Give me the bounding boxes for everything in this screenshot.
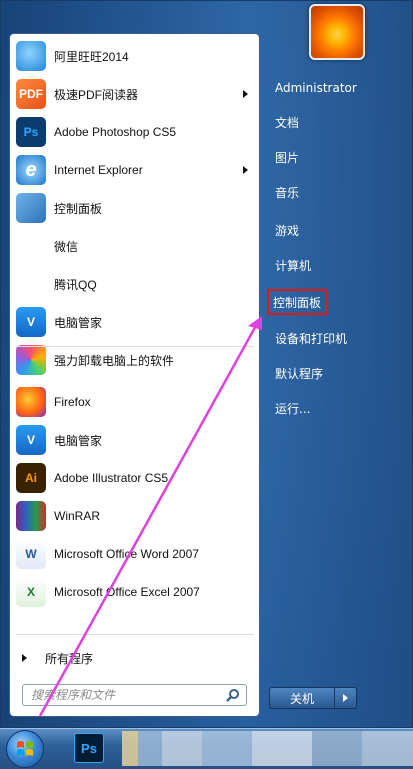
aliwangwang-icon	[16, 41, 46, 71]
separator	[16, 346, 254, 347]
program-item[interactable]: V 电脑管家	[14, 305, 254, 339]
right-item-run[interactable]: 运行...	[267, 395, 405, 421]
photoshop-icon: Ps	[16, 117, 46, 147]
taskbar-blurred-area	[122, 731, 413, 766]
right-item-documents[interactable]: 文档	[267, 109, 405, 135]
pc-manager-icon: V	[16, 425, 46, 455]
computer-label: 计算机	[275, 258, 312, 273]
program-label: Adobe Illustrator CS5	[54, 471, 169, 485]
program-item[interactable]: e Internet Explorer	[14, 153, 254, 187]
firefox-icon	[16, 387, 46, 417]
program-label: 极速PDF阅读器	[54, 87, 139, 102]
program-label: 控制面板	[54, 201, 103, 216]
program-item[interactable]: 强力卸载电脑上的软件	[14, 343, 254, 377]
program-item[interactable]: 控制面板	[14, 191, 254, 225]
program-label: 阿里旺旺2014	[54, 49, 129, 64]
pc-manager-icon: V	[16, 307, 46, 337]
search-input[interactable]	[23, 687, 224, 703]
documents-label: 文档	[275, 115, 300, 130]
pictures-label: 图片	[275, 150, 300, 165]
program-item[interactable]: V 电脑管家	[14, 423, 254, 457]
arrow-right-icon	[22, 654, 27, 662]
programs-panel: 阿里旺旺2014 PDF 极速PDF阅读器 Ps Adobe Photoshop CS5…	[9, 33, 260, 717]
ps-text: Ps	[81, 740, 97, 756]
right-item-pictures[interactable]: 图片	[267, 144, 405, 170]
control-panel-label: 控制面板	[273, 295, 322, 310]
wechat-icon	[16, 231, 46, 261]
pdf-reader-icon: PDF	[16, 79, 46, 109]
ie-icon: e	[16, 155, 46, 185]
right-item-default-programs[interactable]: 默认程序	[267, 360, 405, 386]
excel-icon: X	[16, 577, 46, 607]
right-item-control-panel[interactable]: 控制面板	[267, 289, 327, 315]
program-label: WinRAR	[54, 509, 101, 523]
submenu-arrow-icon[interactable]	[243, 166, 248, 174]
qq-icon	[16, 269, 46, 299]
all-programs-button[interactable]: 所有程序	[10, 644, 259, 672]
right-item-computer[interactable]: 计算机	[267, 252, 405, 278]
start-menu: 阿里旺旺2014 PDF 极速PDF阅读器 Ps Adobe Photoshop CS5…	[0, 0, 413, 728]
run-label: 运行...	[275, 401, 311, 416]
devices-printers-label: 设备和打印机	[275, 331, 348, 346]
separator	[16, 634, 254, 635]
all-programs-label: 所有程序	[45, 651, 94, 666]
user-name: Administrator	[275, 81, 357, 95]
taskbar-photoshop-icon[interactable]: Ps	[74, 733, 104, 763]
program-label: Microsoft Office Word 2007	[54, 547, 199, 561]
games-label: 游戏	[275, 223, 300, 238]
program-label: Internet Explorer	[54, 163, 143, 177]
program-item[interactable]: Ai Adobe Illustrator CS5	[14, 461, 254, 495]
program-item[interactable]: 腾讯QQ	[14, 267, 254, 301]
program-label: Microsoft Office Excel 2007	[54, 585, 200, 599]
program-item[interactable]: WinRAR	[14, 499, 254, 533]
search-box[interactable]	[22, 684, 247, 706]
program-label: 电脑管家	[54, 433, 103, 448]
default-programs-label: 默认程序	[275, 366, 324, 381]
shutdown-label: 关机	[289, 691, 314, 706]
program-item[interactable]: Firefox	[14, 385, 254, 419]
user-avatar[interactable]	[309, 4, 365, 60]
arrow-right-icon	[343, 694, 348, 702]
control-panel-icon	[16, 193, 46, 223]
shutdown-options-button[interactable]	[335, 687, 357, 709]
uninstaller-icon	[16, 345, 46, 375]
program-item[interactable]: PDF 极速PDF阅读器	[14, 77, 254, 111]
illustrator-icon: Ai	[16, 463, 46, 493]
shutdown-button[interactable]: 关机	[269, 687, 335, 709]
winrar-icon	[16, 501, 46, 531]
program-label: Firefox	[54, 395, 91, 409]
word-icon: W	[16, 539, 46, 569]
program-item[interactable]: Ps Adobe Photoshop CS5	[14, 115, 254, 149]
start-orb-icon[interactable]	[6, 730, 44, 768]
submenu-arrow-icon[interactable]	[243, 90, 248, 98]
right-item-user[interactable]: Administrator	[267, 75, 405, 101]
right-item-devices-printers[interactable]: 设备和打印机	[267, 325, 405, 351]
program-label: Adobe Photoshop CS5	[54, 125, 177, 139]
program-item[interactable]: 微信	[14, 229, 254, 263]
music-label: 音乐	[275, 185, 300, 200]
program-item[interactable]: 阿里旺旺2014	[14, 39, 254, 73]
program-label: 腾讯QQ	[54, 277, 97, 292]
program-label: 电脑管家	[54, 315, 103, 330]
right-item-music[interactable]: 音乐	[267, 179, 405, 205]
program-label: 强力卸载电脑上的软件	[54, 353, 175, 368]
right-item-games[interactable]: 游戏	[267, 217, 405, 243]
search-icon[interactable]	[224, 686, 242, 704]
program-label: 微信	[54, 239, 79, 254]
program-item[interactable]: X Microsoft Office Excel 2007	[14, 575, 254, 609]
program-item[interactable]: W Microsoft Office Word 2007	[14, 537, 254, 571]
